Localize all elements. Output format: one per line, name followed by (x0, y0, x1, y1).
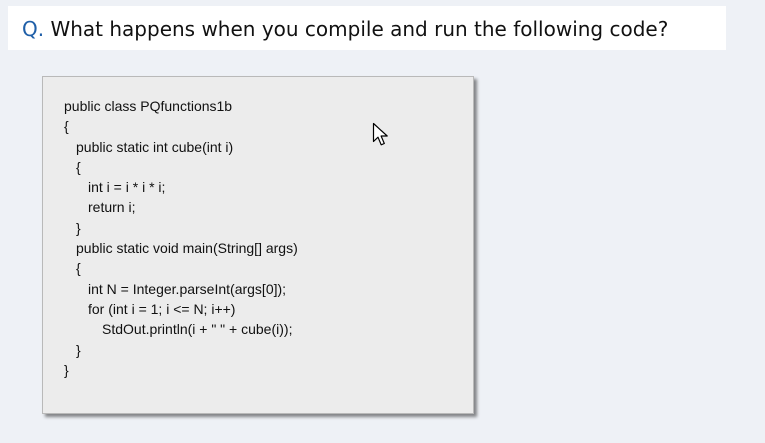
code-line: for (int i = 1; i <= N; i++) (88, 300, 236, 317)
code-listing: public class PQfunctions1b { public stat… (42, 76, 474, 414)
question-text: Q. What happens when you compile and run… (22, 17, 668, 41)
code-line: int N = Integer.parseInt(args[0]); (88, 280, 287, 297)
code-line: } (76, 219, 81, 236)
code-line: public class PQfunctions1b (64, 98, 233, 114)
code-line: } (64, 361, 69, 378)
code-line: { (76, 260, 81, 277)
code-line: { (64, 118, 69, 135)
code-lines: public class PQfunctions1b { public stat… (64, 96, 298, 380)
question-prefix: Q. (22, 17, 45, 41)
code-line: int i = i * i * i; (88, 179, 166, 196)
code-line: } (76, 341, 81, 358)
code-line: public static int cube(int i) (76, 138, 234, 155)
code-line: public static void main(String[] args) (76, 240, 298, 257)
mouse-pointer-icon (372, 122, 388, 146)
code-line: return i; (88, 199, 136, 216)
question-header: Q. What happens when you compile and run… (8, 6, 726, 50)
question-body: What happens when you compile and run th… (44, 17, 669, 41)
code-line: StdOut.println(i + " " + cube(i)); (102, 321, 293, 338)
code-line: { (76, 158, 81, 175)
